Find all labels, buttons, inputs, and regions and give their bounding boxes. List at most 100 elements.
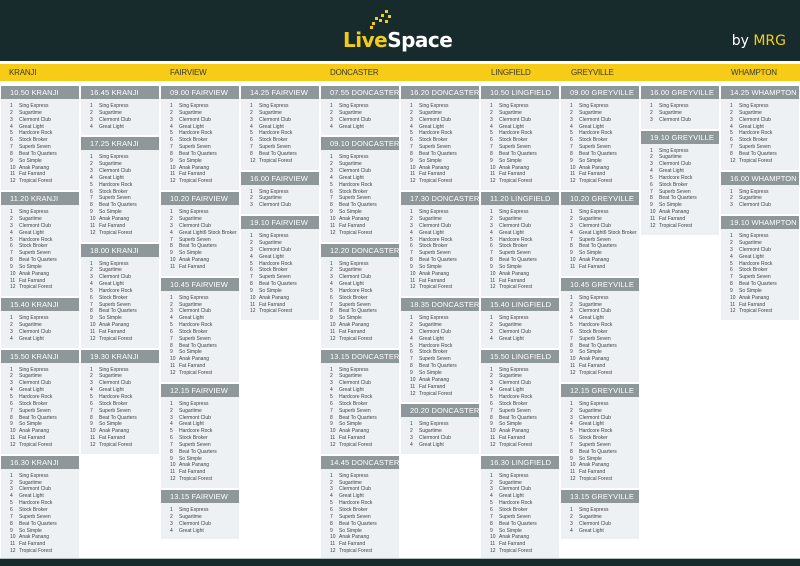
race-card[interactable]: 16.30 KRANJI 1 Sing Express 2 Sugartime 3 Cler… bbox=[1, 455, 79, 560]
race-title[interactable]: 17.25 KRANJI bbox=[81, 137, 159, 151]
race-title[interactable]: 13.15 DONCASTER bbox=[321, 349, 399, 363]
race-title[interactable]: 12.20 DONCASTER bbox=[321, 243, 399, 257]
race-card[interactable]: 15.40 LINGFIELD 1 Sing Express 2 Sugartime 3 C… bbox=[481, 298, 559, 348]
runner-number: 2 bbox=[10, 215, 13, 222]
race-card[interactable]: 09.00 GREYVILLE 1 Sing Express 2 Sugartime 3 C… bbox=[561, 86, 639, 191]
race-card[interactable]: 19.10 GREYVILLE 1 Sing Express 2 Sugartime 3 C… bbox=[641, 130, 719, 235]
race-title[interactable]: 19.10 GREYVILLE bbox=[641, 130, 719, 144]
race-card[interactable]: 10.50 KRANJI 1 Sing Express 2 Sugartime 3 Cler… bbox=[1, 86, 79, 191]
runner-number: 12 bbox=[10, 548, 16, 555]
race-title[interactable]: 18.00 KRANJI bbox=[81, 243, 159, 257]
race-card[interactable]: 11.20 LINGFIELD 1 Sing Express 2 Sugartime 3 C… bbox=[481, 192, 559, 297]
race-card[interactable]: 09.00 FAIRVIEW 1 Sing Express 2 Sugartime 3 Cl… bbox=[161, 86, 239, 191]
race-title[interactable]: 19.30 KRANJI bbox=[81, 349, 159, 363]
race-card[interactable]: 13.15 FAIRVIEW 1 Sing Express 2 Sugartime 3 Cl… bbox=[161, 489, 239, 540]
race-card[interactable]: 16.00 FAIRVIEW 1 Sing Express 2 Sugartime 3 Cl… bbox=[241, 171, 319, 215]
runner-name: Clermont Club bbox=[339, 486, 371, 493]
runner-row: 1 Sing Express bbox=[10, 315, 79, 322]
race-card[interactable]: 12.15 FAIRVIEW 1 Sing Express 2 Sugartime 3 Cl… bbox=[161, 383, 239, 488]
race-title[interactable]: 14.25 WHAMPTON bbox=[721, 86, 799, 99]
race-title[interactable]: 20.20 DONCASTER bbox=[401, 404, 479, 418]
race-title[interactable]: 16.30 LINGFIELD bbox=[481, 455, 559, 469]
race-card[interactable]: 10.20 GREYVILLE 1 Sing Express 2 Sugartime 3 C… bbox=[561, 192, 639, 276]
race-title[interactable]: 09.00 FAIRVIEW bbox=[161, 86, 239, 99]
race-card[interactable]: 15.50 KRANJI 1 Sing Express 2 Sugartime 3 Cler… bbox=[1, 349, 79, 454]
race-card[interactable]: 14.25 FAIRVIEW 1 Sing Express 2 Sugartime 3 Cl… bbox=[241, 86, 319, 170]
race-card[interactable]: 10.45 GREYVILLE 1 Sing Express 2 Sugartime 3 C… bbox=[561, 277, 639, 382]
race-title[interactable]: 09.10 DONCASTER bbox=[321, 137, 399, 151]
race-card[interactable]: 10.50 LINGFIELD 1 Sing Express 2 Sugartime 3 C… bbox=[481, 86, 559, 191]
race-card[interactable]: 19.10 WHAMPTON 1 Sing Express 2 Sugartime 3 Cl… bbox=[721, 216, 799, 321]
race-title[interactable]: 15.50 LINGFIELD bbox=[481, 349, 559, 363]
runner-number: 2 bbox=[490, 322, 493, 329]
race-card[interactable]: 14.45 DONCASTER 1 Sing Express 2 Sugartime 3 C… bbox=[321, 455, 399, 560]
race-card[interactable]: 18.00 KRANJI 1 Sing Express 2 Sugartime 3 Cler… bbox=[81, 243, 159, 348]
race-title[interactable]: 16.00 WHAMPTON bbox=[721, 171, 799, 185]
race-title[interactable]: 19.10 FAIRVIEW bbox=[241, 216, 319, 230]
runner-number: 2 bbox=[410, 428, 413, 435]
runner-name: Sugartime bbox=[259, 239, 282, 246]
race-card[interactable]: 17.30 DONCASTER 1 Sing Express 2 Sugartime 3 C… bbox=[401, 192, 479, 297]
race-card[interactable]: 16.00 GREYVILLE 1 Sing Express 2 Sugartime 3 C… bbox=[641, 86, 719, 129]
race-title[interactable]: 10.50 LINGFIELD bbox=[481, 86, 559, 99]
race-title[interactable]: 16.30 KRANJI bbox=[1, 455, 79, 469]
race-card[interactable]: 16.00 WHAMPTON 1 Sing Express 2 Sugartime 3 Cl… bbox=[721, 171, 799, 215]
venue-fairview[interactable]: FAIRVIEW bbox=[170, 68, 207, 77]
race-card[interactable]: 16.30 LINGFIELD 1 Sing Express 2 Sugartime 3 C… bbox=[481, 455, 559, 560]
runner-name: Great Light bbox=[339, 387, 364, 394]
runner-list: 1 Sing Express 2 Sugartime 3 Clermont Club 4 Gr… bbox=[401, 99, 479, 190]
race-card[interactable]: 18.35 DONCASTER 1 Sing Express 2 Sugartime 3 C… bbox=[401, 298, 479, 403]
race-card[interactable]: 16.45 KRANJI 1 Sing Express 2 Sugartime 3 Cler… bbox=[81, 86, 159, 136]
race-card[interactable]: 15.50 LINGFIELD 1 Sing Express 2 Sugartime 3 C… bbox=[481, 349, 559, 454]
race-card[interactable]: 13.15 DONCASTER 1 Sing Express 2 Sugartime 3 C… bbox=[321, 349, 399, 454]
runner-name: Superb Seven bbox=[179, 335, 211, 342]
venue-kranji[interactable]: KRANJI bbox=[9, 68, 36, 77]
race-card[interactable]: 19.10 FAIRVIEW 1 Sing Express 2 Sugartime 3 Cl… bbox=[241, 216, 319, 321]
race-title[interactable]: 13.15 FAIRVIEW bbox=[161, 489, 239, 503]
race-card[interactable]: 14.25 WHAMPTON 1 Sing Express 2 Sugartime 3 Cl… bbox=[721, 86, 799, 170]
race-title[interactable]: 19.10 WHAMPTON bbox=[721, 216, 799, 230]
race-card[interactable]: 07.55 DONCASTER 1 Sing Express 2 Sugartime 3 C… bbox=[321, 86, 399, 136]
race-title[interactable]: 15.50 KRANJI bbox=[1, 349, 79, 363]
race-title[interactable]: 12.15 FAIRVIEW bbox=[161, 383, 239, 397]
race-card[interactable]: 10.45 FAIRVIEW 1 Sing Express 2 Sugartime 3 Cl… bbox=[161, 277, 239, 382]
runner-number: 12 bbox=[90, 335, 96, 342]
race-title[interactable]: 10.50 KRANJI bbox=[1, 86, 79, 99]
race-title[interactable]: 18.35 DONCASTER bbox=[401, 298, 479, 312]
race-card[interactable]: 12.15 GREYVILLE 1 Sing Express 2 Sugartime 3 C… bbox=[561, 383, 639, 488]
race-title[interactable]: 16.20 DONCASTER bbox=[401, 86, 479, 99]
venue-greyville[interactable]: GREYVILLE bbox=[571, 68, 614, 77]
race-card[interactable]: 10.20 FAIRVIEW 1 Sing Express 2 Sugartime 3 Cl… bbox=[161, 192, 239, 276]
race-title[interactable]: 11.20 KRANJI bbox=[1, 192, 79, 206]
race-title[interactable]: 14.45 DONCASTER bbox=[321, 455, 399, 469]
race-card[interactable]: 19.30 KRANJI 1 Sing Express 2 Sugartime 3 Cler… bbox=[81, 349, 159, 454]
race-title[interactable]: 15.40 KRANJI bbox=[1, 298, 79, 312]
race-title[interactable]: 13.15 GREYVILLE bbox=[561, 489, 639, 503]
race-title[interactable]: 09.00 GREYVILLE bbox=[561, 86, 639, 99]
race-title[interactable]: 11.20 LINGFIELD bbox=[481, 192, 559, 206]
race-title[interactable]: 12.15 GREYVILLE bbox=[561, 383, 639, 397]
race-title[interactable]: 17.30 DONCASTER bbox=[401, 192, 479, 206]
race-title[interactable]: 16.45 KRANJI bbox=[81, 86, 159, 99]
venue-doncaster[interactable]: DONCASTER bbox=[330, 68, 379, 77]
race-title[interactable]: 14.25 FAIRVIEW bbox=[241, 86, 319, 99]
race-title[interactable]: 10.20 FAIRVIEW bbox=[161, 192, 239, 206]
race-title[interactable]: 15.40 LINGFIELD bbox=[481, 298, 559, 312]
venue-whampton[interactable]: WHAMPTON bbox=[731, 68, 777, 77]
race-card[interactable]: 16.20 DONCASTER 1 Sing Express 2 Sugartime 3 C… bbox=[401, 86, 479, 191]
race-title[interactable]: 16.00 GREYVILLE bbox=[641, 86, 719, 99]
race-title[interactable]: 10.20 GREYVILLE bbox=[561, 192, 639, 206]
race-card[interactable]: 11.20 KRANJI 1 Sing Express 2 Sugartime 3 Cler… bbox=[1, 192, 79, 297]
race-card[interactable]: 17.25 KRANJI 1 Sing Express 2 Sugartime 3 Cler… bbox=[81, 137, 159, 242]
race-title[interactable]: 07.55 DONCASTER bbox=[321, 86, 399, 99]
runner-number: 6 bbox=[10, 506, 13, 513]
race-card[interactable]: 12.20 DONCASTER 1 Sing Express 2 Sugartime 3 C… bbox=[321, 243, 399, 348]
race-card[interactable]: 09.10 DONCASTER 1 Sing Express 2 Sugartime 3 C… bbox=[321, 137, 399, 242]
race-title[interactable]: 10.45 GREYVILLE bbox=[561, 277, 639, 291]
race-title[interactable]: 16.00 FAIRVIEW bbox=[241, 171, 319, 185]
race-card[interactable]: 15.40 KRANJI 1 Sing Express 2 Sugartime 3 Cler… bbox=[1, 298, 79, 348]
venue-lingfield[interactable]: LINGFIELD bbox=[491, 68, 531, 77]
race-title[interactable]: 10.45 FAIRVIEW bbox=[161, 277, 239, 291]
race-card[interactable]: 13.15 GREYVILLE 1 Sing Express 2 Sugartime 3 C… bbox=[561, 489, 639, 540]
race-card[interactable]: 20.20 DONCASTER 1 Sing Express 2 Sugartime 3 C… bbox=[401, 404, 479, 454]
